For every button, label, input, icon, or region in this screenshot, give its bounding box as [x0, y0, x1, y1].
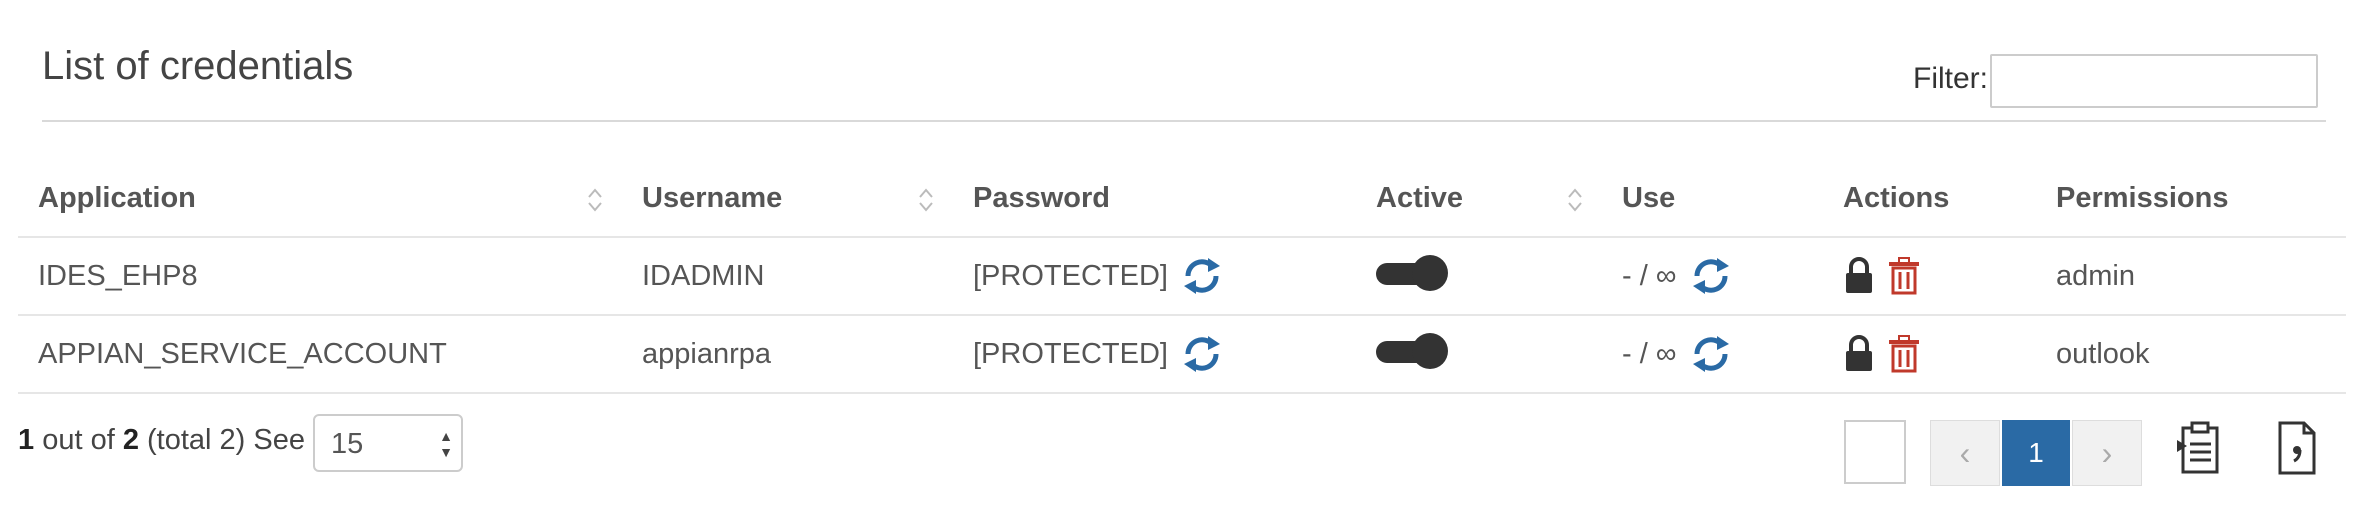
password-value: [PROTECTED] [973, 259, 1168, 292]
total-text: (total 2) [138, 424, 246, 456]
toggle-knob [1412, 255, 1448, 291]
page-size-select[interactable]: 15 ▲ ▼ [313, 414, 463, 472]
refresh-icon[interactable] [1689, 256, 1733, 296]
column-label: Username [642, 181, 783, 214]
cell-active [1356, 315, 1602, 394]
clipboard-icon[interactable] [2175, 420, 2225, 476]
password-value: [PROTECTED] [973, 337, 1168, 370]
csv-file-icon[interactable] [2272, 420, 2322, 476]
page-title: List of credentials [42, 44, 354, 88]
cell-use: - / ∞ [1602, 237, 1823, 316]
cell-username: appianrpa [622, 315, 953, 394]
cell-actions [1823, 237, 2036, 316]
header: List of credentials Filter: [42, 40, 2326, 122]
trash-icon[interactable] [1887, 335, 1921, 373]
page-jump-input[interactable] [1844, 420, 1906, 484]
next-page-button[interactable]: › [2072, 420, 2142, 486]
sort-icon[interactable] [1566, 186, 1584, 214]
column-header-username[interactable]: Username [622, 160, 953, 238]
lock-icon[interactable] [1843, 335, 1875, 373]
cell-use: - / ∞ [1602, 315, 1823, 394]
credentials-table: Application Username Password Active Use… [18, 160, 2346, 394]
column-header-use: Use [1602, 160, 1823, 238]
see-label: See [253, 424, 305, 456]
range-start: 1 [18, 424, 35, 456]
column-header-active[interactable]: Active [1356, 160, 1602, 238]
cell-username: IDADMIN [622, 237, 953, 316]
cell-application: APPIAN_SERVICE_ACCOUNT [18, 315, 622, 394]
lock-icon[interactable] [1843, 257, 1875, 295]
column-label: Application [38, 181, 196, 214]
pagination-summary: 1 out of 2 (total 2) See [18, 424, 305, 457]
column-header-actions: Actions [1823, 160, 2036, 238]
range-end: 2 [122, 424, 139, 456]
column-label: Use [1622, 181, 1676, 214]
cell-password: [PROTECTED] [953, 315, 1356, 394]
cell-actions [1823, 315, 2036, 394]
refresh-icon[interactable] [1180, 334, 1224, 374]
spinner-icon: ▲ ▼ [439, 428, 453, 460]
column-header-password: Password [953, 160, 1356, 238]
column-header-application[interactable]: Application [18, 160, 622, 238]
column-label: Password [973, 181, 1110, 214]
use-value: - / ∞ [1622, 259, 1677, 292]
cell-permissions: admin [2036, 237, 2346, 316]
sort-icon[interactable] [586, 186, 604, 214]
toggle-knob [1412, 333, 1448, 369]
range-mid: out of [34, 424, 123, 456]
column-label: Actions [1843, 181, 1950, 214]
use-value: - / ∞ [1622, 337, 1677, 370]
filter-input[interactable] [1990, 54, 2318, 108]
column-label: Active [1376, 181, 1464, 214]
active-toggle[interactable] [1376, 255, 1448, 291]
page-size-value: 15 [331, 428, 364, 460]
cell-active [1356, 237, 1602, 316]
trash-icon[interactable] [1887, 257, 1921, 295]
active-toggle[interactable] [1376, 333, 1448, 369]
filter-label: Filter: [1913, 62, 1988, 95]
table-header-row: Application Username Password Active Use… [18, 160, 2346, 238]
table-row: IDES_EHP8 IDADMIN [PROTECTED] - / ∞ admi… [18, 237, 2346, 316]
sort-icon[interactable] [917, 186, 935, 214]
cell-password: [PROTECTED] [953, 237, 1356, 316]
refresh-icon[interactable] [1689, 334, 1733, 374]
column-header-permissions: Permissions [2036, 160, 2346, 238]
cell-permissions: outlook [2036, 315, 2346, 394]
column-label: Permissions [2056, 181, 2229, 214]
prev-page-button[interactable]: ‹ [1930, 420, 2000, 486]
current-page-button[interactable]: 1 [2002, 420, 2070, 486]
table-row: APPIAN_SERVICE_ACCOUNT appianrpa [PROTEC… [18, 315, 2346, 394]
cell-application: IDES_EHP8 [18, 237, 622, 316]
refresh-icon[interactable] [1180, 256, 1224, 296]
